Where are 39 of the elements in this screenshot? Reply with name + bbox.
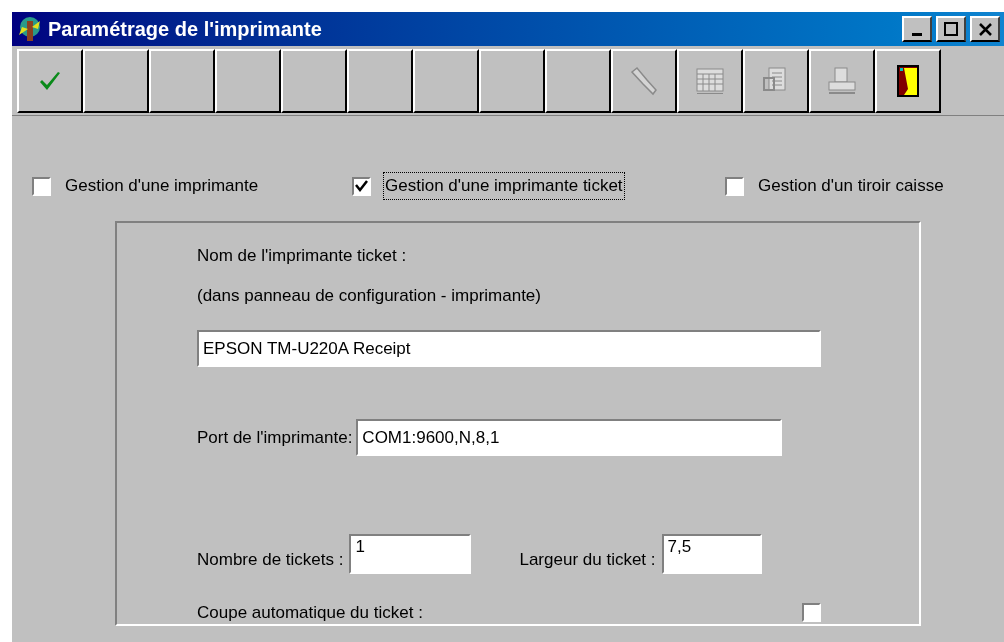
toolbar-button[interactable] xyxy=(215,49,281,113)
port-field[interactable]: COM1:9600,N,8,1 xyxy=(356,419,783,456)
toolbar-button[interactable] xyxy=(413,49,479,113)
checkbox[interactable] xyxy=(352,176,371,196)
toolbar-button[interactable] xyxy=(875,49,941,113)
toolbar-button[interactable] xyxy=(545,49,611,113)
toolbar-button[interactable] xyxy=(17,49,83,113)
minimize-icon xyxy=(912,32,922,36)
option-label[interactable]: Gestion d'une imprimante xyxy=(63,172,261,200)
field-label: Nom de l'imprimante ticket : xyxy=(197,245,408,267)
toolbar-button[interactable] xyxy=(479,49,545,113)
printer-name-field[interactable]: EPSON TM-U220A Receipt xyxy=(197,330,821,367)
field-label: Largeur du ticket : xyxy=(519,548,656,571)
door-icon xyxy=(897,65,919,97)
minimize-button[interactable] xyxy=(902,16,932,42)
checkmark-icon xyxy=(38,70,62,92)
toolbar-button[interactable] xyxy=(347,49,413,113)
hint-text: (dans panneau de configuration - imprimante) xyxy=(197,284,542,307)
field-label: Nombre de tickets : xyxy=(197,548,344,571)
printer-icon xyxy=(826,66,858,96)
window-title: Paramétrage de l'imprimante xyxy=(48,17,322,42)
toolbar-button[interactable] xyxy=(149,49,215,113)
option-label[interactable]: Gestion d'un tiroir caisse xyxy=(756,172,946,200)
tickets-field[interactable]: 1 xyxy=(349,534,472,574)
option-label[interactable]: Gestion d'une imprimante ticket xyxy=(383,172,625,200)
maximize-button[interactable] xyxy=(936,16,966,42)
flashlight-icon xyxy=(629,66,659,96)
toolbar-button[interactable] xyxy=(281,49,347,113)
maximize-icon xyxy=(944,22,958,36)
field-label: Coupe automatique du ticket : xyxy=(197,602,423,624)
toolbar-button[interactable] xyxy=(83,49,149,113)
calendar-icon xyxy=(695,67,725,95)
checkbox[interactable] xyxy=(32,176,51,196)
checkbox[interactable] xyxy=(802,603,821,623)
ticket-width-field[interactable]: 7,5 xyxy=(661,534,762,574)
checkbox[interactable] xyxy=(725,176,744,196)
close-icon xyxy=(978,22,992,36)
field-label: Port de l'imprimante: xyxy=(197,426,353,449)
close-button[interactable] xyxy=(970,16,1000,42)
